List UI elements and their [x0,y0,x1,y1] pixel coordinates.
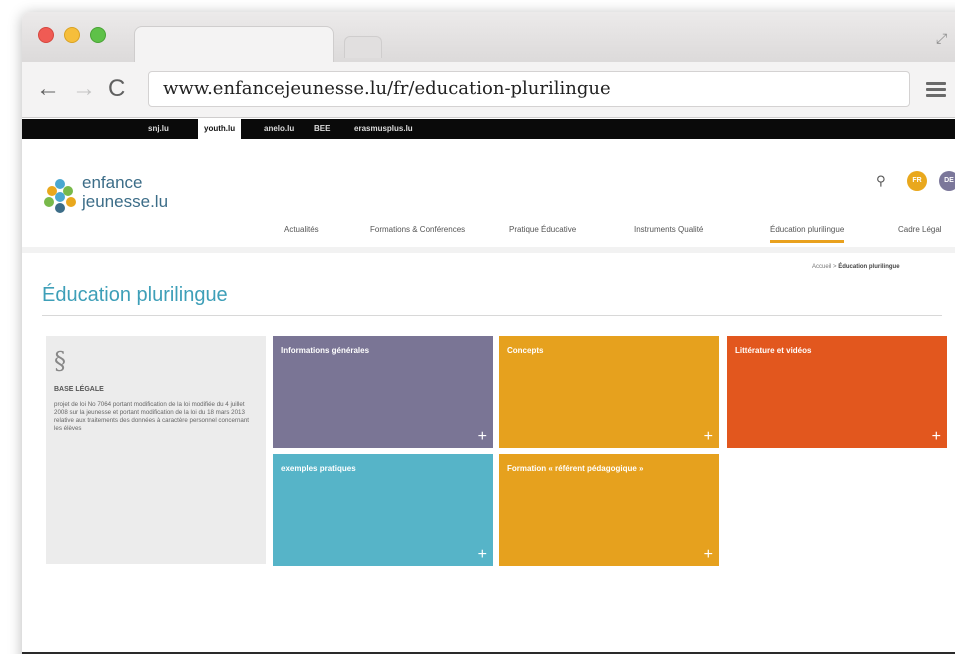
nav-item-cadre-legal[interactable]: Cadre Légal [898,225,942,234]
topbar-link-youth[interactable]: youth.lu [198,119,242,139]
forward-icon[interactable]: → [72,76,96,102]
tile-concepts[interactable]: Concepts + [499,336,719,448]
tile-informations-generales[interactable]: Informations générales + [273,336,493,448]
legal-title: BASE LÉGALE [54,386,104,393]
nav-item-pratique[interactable]: Pratique Éducative [509,225,576,234]
plus-icon[interactable]: + [478,546,487,564]
tile-label: Concepts [507,346,544,355]
browser-window: ⤢ ← → C www.enfancejeunesse.lu/fr/educat… [22,12,955,654]
browser-tab[interactable] [134,26,334,62]
fullscreen-icon[interactable]: ⤢ [936,30,952,46]
plus-icon[interactable]: + [704,546,713,564]
plus-icon[interactable]: + [704,428,713,446]
brand-name[interactable]: enfance jeunesse.lu [82,173,168,211]
topbar-link-anelo[interactable]: anelo.lu [258,119,300,139]
title-bar: ⤢ [22,12,955,62]
browser-toolbar: ← → C www.enfancejeunesse.lu/fr/educatio… [22,62,955,118]
brand-line-2: jeunesse.lu [82,192,168,211]
back-icon[interactable]: ← [36,76,60,102]
search-icon[interactable]: ⚲ [876,173,886,189]
web-page: snj.lu youth.lu anelo.lu BEE erasmusplus… [22,119,955,654]
plus-icon[interactable]: + [478,428,487,446]
nav-item-instruments[interactable]: Instruments Qualité [634,225,703,234]
page-title: Éducation plurilingue [42,284,228,306]
brand-line-1: enfance [82,173,143,192]
topbar-link-bee[interactable]: BEE [308,119,336,139]
menu-icon[interactable] [926,82,946,98]
brand-line-2b: .lu [150,192,169,211]
main-navigation: Actualités Formations & Conférences Prat… [284,225,955,243]
tile-exemples-pratiques[interactable]: exemples pratiques + [273,454,493,566]
header-divider [22,247,955,253]
nav-item-formations[interactable]: Formations & Conférences [370,225,465,234]
nav-item-education-plurilingue[interactable]: Éducation plurilingue [770,225,845,243]
tile-formation-referent[interactable]: Formation « référent pédagogique » + [499,454,719,566]
breadcrumb: Accueil > Éducation plurilingue [812,264,900,270]
breadcrumb-separator: > [833,264,837,270]
tile-label: Formation « référent pédagogique » [507,464,644,473]
tile-litterature-videos[interactable]: Littérature et vidéos + [727,336,947,448]
brand-line-2a: jeunesse [82,192,151,211]
breadcrumb-current: Éducation plurilingue [838,264,900,270]
legal-text: projet de loi No 7064 portant modificati… [54,401,250,432]
title-divider [42,315,942,316]
plus-icon[interactable]: + [932,428,941,446]
new-tab-button[interactable] [344,36,382,58]
section-sign-icon: § [54,347,66,375]
nav-item-actualites[interactable]: Actualités [284,225,319,234]
logo-icon[interactable] [42,177,78,213]
topbar-link-snj[interactable]: snj.lu [142,119,175,139]
legal-basis-box: § BASE LÉGALE projet de loi No 7064 port… [46,336,266,564]
network-topbar: snj.lu youth.lu anelo.lu BEE erasmusplus… [22,119,955,139]
language-fr-button[interactable]: FR [907,171,927,191]
tile-label: exemples pratiques [281,464,356,473]
language-de-button[interactable]: DE [939,171,955,191]
breadcrumb-home[interactable]: Accueil [812,264,831,270]
address-bar[interactable]: www.enfancejeunesse.lu/fr/education-plur… [148,71,910,107]
tile-label: Informations générales [281,346,370,355]
close-window-button[interactable] [38,27,54,43]
topbar-link-erasmus[interactable]: erasmusplus.lu [348,119,419,139]
reload-icon[interactable]: C [108,76,125,102]
zoom-window-button[interactable] [90,27,106,43]
minimize-window-button[interactable] [64,27,80,43]
tile-label: Littérature et vidéos [735,346,812,355]
